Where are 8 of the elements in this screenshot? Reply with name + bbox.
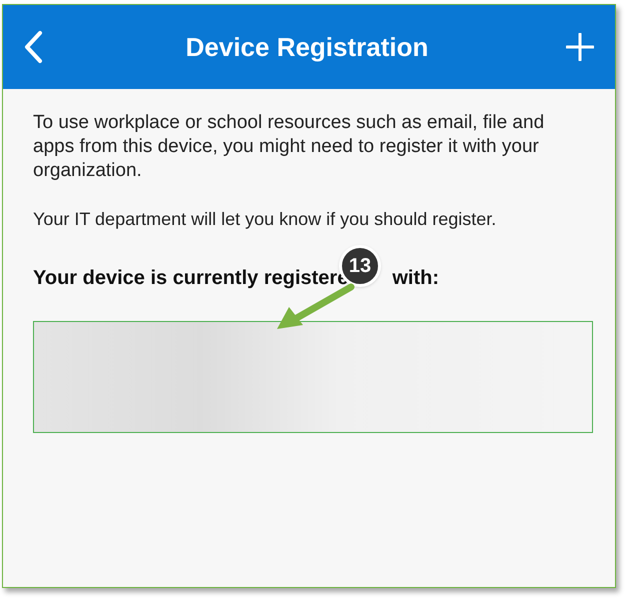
heading-text: Your device is currently registere xyxy=(33,266,348,291)
add-button[interactable] xyxy=(565,32,595,62)
back-icon xyxy=(23,30,43,64)
intro-text: To use workplace or school resources such as email, file and apps from this device, you might need to register it with your organization. xyxy=(33,111,546,183)
plus-icon xyxy=(566,33,594,61)
window-title: Device Registration xyxy=(186,30,428,64)
heading-text: with: xyxy=(392,266,439,291)
note-text: Your IT department will let you know if you should register. xyxy=(33,208,498,231)
